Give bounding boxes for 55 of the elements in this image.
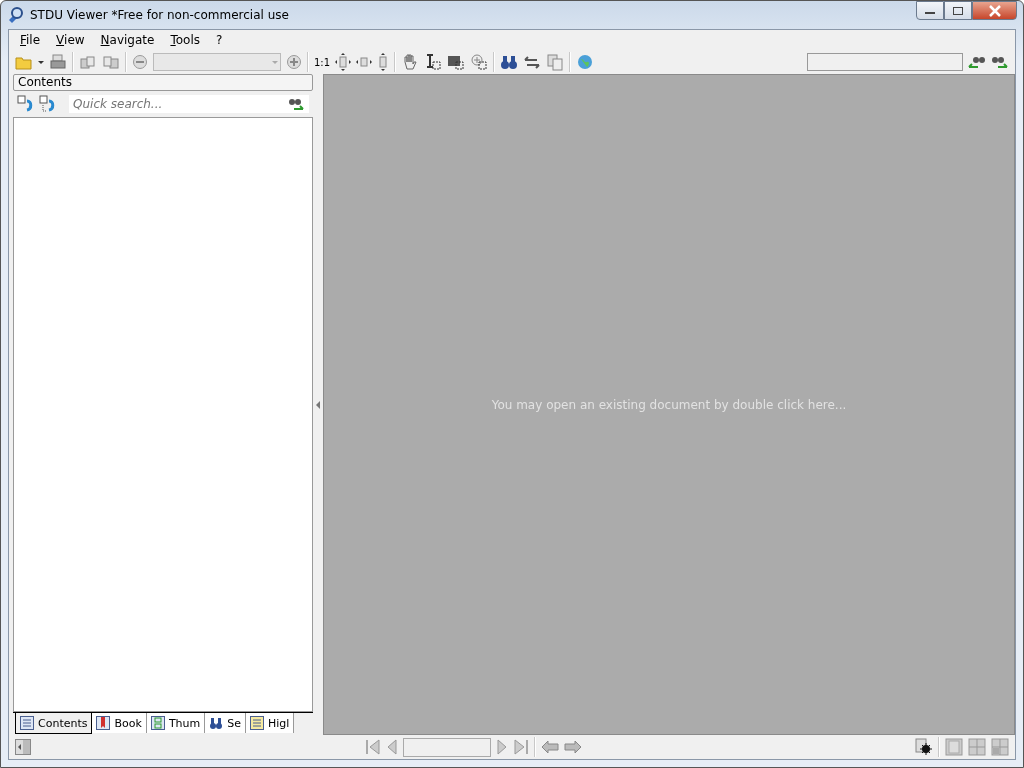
page-settings-icon[interactable]: [915, 738, 933, 756]
back-arrow-icon[interactable]: [540, 740, 559, 754]
swap-arrows-icon[interactable]: [523, 54, 542, 70]
search-icon[interactable]: [287, 96, 305, 112]
close-icon: [987, 4, 1002, 17]
printer-icon[interactable]: [49, 54, 67, 70]
forward-arrow-icon[interactable]: [563, 740, 582, 754]
binoculars-icon: [209, 716, 224, 730]
menu-item[interactable]: View: [49, 33, 92, 47]
rotate-left-icon[interactable]: [79, 54, 97, 70]
maximize-icon: [952, 5, 964, 16]
sidebar-tab[interactable]: Contents: [15, 713, 93, 734]
sidebar-tab[interactable]: Thum: [146, 713, 206, 733]
first-page-icon[interactable]: [364, 739, 381, 755]
expand-icon[interactable]: [17, 95, 35, 113]
maximize-button[interactable]: [944, 1, 972, 20]
find-previous-icon[interactable]: [968, 54, 986, 70]
find-next-icon[interactable]: [991, 54, 1009, 70]
close-button[interactable]: [972, 1, 1017, 20]
bookmark-icon: [96, 716, 111, 730]
zoom-in-icon[interactable]: [286, 54, 302, 70]
fit-page-icon[interactable]: [335, 53, 352, 71]
menu-item[interactable]: ?: [209, 33, 230, 47]
sidebar-tab[interactable]: Se: [205, 713, 246, 733]
zoom-combo-box[interactable]: [153, 53, 281, 71]
list-icon: [20, 716, 34, 730]
find-field[interactable]: [807, 53, 963, 71]
rotate-right-icon[interactable]: [102, 54, 120, 70]
toggle-sidebar-icon[interactable]: [15, 739, 31, 755]
zoom-out-icon[interactable]: [132, 54, 148, 70]
table-icon: [250, 716, 264, 730]
image-select-icon[interactable]: [447, 53, 466, 71]
minimize-button[interactable]: [916, 1, 944, 20]
collapse-arrow-icon[interactable]: [316, 400, 320, 409]
magnifier-app-icon: [7, 6, 25, 24]
fit-height-icon[interactable]: [377, 53, 390, 71]
sidebar-tab[interactable]: Book: [92, 713, 147, 733]
window-title: STDU Viewer *Free for non-commercial use: [30, 8, 289, 22]
panel-header: Contents: [13, 74, 313, 91]
last-page-icon[interactable]: [512, 739, 529, 755]
menu-item[interactable]: Tools: [163, 33, 207, 47]
collapse-icon[interactable]: [39, 95, 57, 113]
actual-size-button[interactable]: 1:1: [314, 56, 331, 68]
single-page-icon[interactable]: [945, 738, 963, 756]
binoculars-icon[interactable]: [500, 54, 519, 70]
text-select-icon[interactable]: [424, 53, 443, 71]
next-page-icon[interactable]: [495, 739, 508, 755]
previous-page-icon[interactable]: [385, 739, 398, 755]
menu-item[interactable]: Navigate: [93, 33, 162, 47]
sidebar-tab[interactable]: Higl: [246, 713, 295, 733]
page-number-field[interactable]: [402, 737, 491, 757]
globe-icon[interactable]: [576, 53, 595, 71]
folder-icon[interactable]: [15, 54, 33, 70]
menu-item[interactable]: File: [13, 33, 48, 47]
thumbnails-icon: [150, 716, 165, 730]
